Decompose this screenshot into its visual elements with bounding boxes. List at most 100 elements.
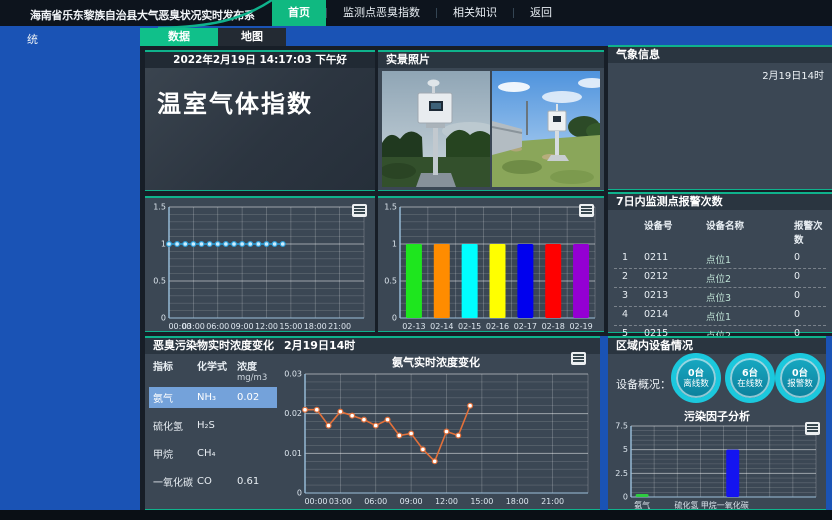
odor-row: 甲烷CH₄ <box>149 443 277 464</box>
main-nav: 首页监测点恶臭指数相关知识返回 <box>272 0 568 26</box>
svg-text:02-18: 02-18 <box>542 322 565 331</box>
nav-item-1[interactable]: 监测点恶臭指数 <box>327 0 436 26</box>
svg-text:00:00: 00:00 <box>304 497 327 506</box>
svg-text:03:00: 03:00 <box>182 322 205 331</box>
nav-item-2[interactable]: 相关知识 <box>437 0 513 26</box>
svg-text:1.5: 1.5 <box>153 203 166 212</box>
svg-text:15:00: 15:00 <box>470 497 493 506</box>
svg-text:03:00: 03:00 <box>329 497 352 506</box>
device-stat-circle-0: 0台离线数 <box>671 353 721 403</box>
svg-text:0.5: 0.5 <box>384 277 397 286</box>
weather-info-panel: 气象信息 2月19日14时 <box>608 45 832 190</box>
tab-0[interactable]: 数据 <box>140 28 218 46</box>
photos-panel-title: 实景照片 <box>386 52 430 68</box>
svg-text:0.5: 0.5 <box>153 277 166 286</box>
svg-text:0: 0 <box>297 489 302 498</box>
device-status-panel: 区域内设备情况 设备概况： 0台离线数6台在线数0台报警数 污染因子分析 02.… <box>608 336 826 510</box>
page-gap-strip <box>600 336 608 510</box>
pollutant-name: 硫化氢 <box>153 418 197 433</box>
svg-text:18:00: 18:00 <box>304 322 327 331</box>
odor-row: 一氧化碳CO0.61 <box>149 471 277 492</box>
greenhouse-index-chart: 00.511.500:0003:0006:0009:0012:0015:0018… <box>149 201 371 331</box>
svg-text:硫化氢: 硫化氢 <box>675 500 699 510</box>
device-id: 0211 <box>644 252 706 266</box>
svg-text:02-16: 02-16 <box>486 322 509 331</box>
nav-item-0[interactable]: 首页 <box>272 0 326 26</box>
odor-col-header-0: 指标 <box>153 358 197 373</box>
bottom-bar <box>0 510 832 520</box>
weather-panel-title: 气象信息 <box>616 47 660 63</box>
svg-text:06:00: 06:00 <box>364 497 387 506</box>
pollutant-name: 甲烷 <box>153 446 197 461</box>
table-row: 20212点位20 <box>614 269 826 288</box>
device-panel-title: 区域内设备情况 <box>616 338 693 354</box>
odor-panel-title: 恶臭污染物实时浓度变化 <box>153 338 274 354</box>
row-index: 1 <box>622 252 644 266</box>
svg-text:21:00: 21:00 <box>328 322 351 331</box>
stat-count: 0台 <box>792 368 808 379</box>
device-id: 0212 <box>644 271 706 285</box>
svg-text:0: 0 <box>392 314 397 323</box>
svg-text:0: 0 <box>623 493 628 502</box>
odor-panel-timestamp: 2月19日14时 <box>284 338 355 354</box>
stat-count: 0台 <box>688 368 704 379</box>
nav-item-3[interactable]: 返回 <box>514 0 568 26</box>
site-photo-1 <box>382 71 490 187</box>
alarm-count-panel: 7日内监测点报警次数 设备号设备名称报警次数10211点位1020212点位20… <box>608 192 832 333</box>
svg-text:0.01: 0.01 <box>284 449 302 458</box>
greenhouse-index-chart-panel: 00.511.500:0003:0006:0009:0012:0015:0018… <box>145 196 375 332</box>
chart-toolbox-icon[interactable] <box>805 422 820 435</box>
device-overview-label: 设备概况： <box>616 376 671 392</box>
odor-row: 氨气NH₃0.02 <box>149 387 277 408</box>
svg-text:02-14: 02-14 <box>430 322 453 331</box>
pollutant-name: 氨气 <box>153 390 197 405</box>
row-index: 3 <box>622 290 644 304</box>
svg-text:12:00: 12:00 <box>435 497 458 506</box>
chemical-formula: CH₄ <box>197 448 237 459</box>
alarm-week-chart-panel: 00.511.502-1302-1402-1502-1602-1702-1802… <box>378 196 604 332</box>
concentration-value: 0.61 <box>237 476 277 487</box>
odor-col-header-1: 化学式 <box>197 358 237 373</box>
pollutant-name: 一氧化碳 <box>153 474 197 489</box>
greenhouse-display-panel: 2022年2月19日 14:17:03 下午好 温室气体指数 <box>145 50 375 191</box>
site-photo-2 <box>492 71 600 187</box>
chart-toolbox-icon[interactable] <box>352 204 367 217</box>
app-title-wrap: 统 <box>27 31 38 47</box>
device-id: 0213 <box>644 290 706 304</box>
device-stat-circle-2: 0台报警数 <box>775 353 825 403</box>
svg-text:一氧化碳: 一氧化碳 <box>717 500 749 510</box>
table-row: 30213点位30 <box>614 288 826 307</box>
svg-text:02-13: 02-13 <box>402 322 425 331</box>
svg-text:1: 1 <box>392 240 397 249</box>
svg-text:氨气: 氨气 <box>634 500 650 510</box>
odor-concentration-panel: 恶臭污染物实时浓度变化 2月19日14时 指标化学式浓度mg/m3氨气NH₃0.… <box>145 336 600 510</box>
alarm-col-header-2: 报警次数 <box>794 218 826 246</box>
stat-label: 报警数 <box>787 379 813 389</box>
svg-text:15:00: 15:00 <box>279 322 302 331</box>
table-row: 40214点位10 <box>614 307 826 326</box>
chemical-formula: CO <box>197 476 237 487</box>
alarm-week-chart: 00.511.502-1302-1402-1502-1602-1702-1802… <box>380 201 602 331</box>
device-id: 0214 <box>644 309 706 323</box>
alarm-col-header-1: 设备名称 <box>706 218 794 246</box>
svg-text:02-19: 02-19 <box>569 322 592 331</box>
svg-text:0.03: 0.03 <box>284 370 302 379</box>
alarm-col-index <box>622 218 644 246</box>
svg-text:2.5: 2.5 <box>615 469 628 478</box>
chart-toolbox-icon[interactable] <box>579 204 594 217</box>
alarm-count: 0 <box>794 309 826 323</box>
odor-col-header-2: 浓度 <box>237 358 277 373</box>
stat-label: 离线数 <box>683 379 709 389</box>
svg-text:06:00: 06:00 <box>206 322 229 331</box>
svg-text:7.5: 7.5 <box>615 422 628 431</box>
tab-1[interactable]: 地图 <box>218 28 286 46</box>
svg-text:18:00: 18:00 <box>506 497 529 506</box>
alarm-count: 0 <box>794 252 826 266</box>
svg-text:0.02: 0.02 <box>284 409 302 418</box>
pollution-factor-chart: 02.557.5氨气硫化氢甲烷一氧化碳 <box>611 420 823 510</box>
svg-text:09:00: 09:00 <box>400 497 423 506</box>
chart-toolbox-icon[interactable] <box>571 352 586 365</box>
device-name: 点位1 <box>706 252 794 266</box>
svg-text:09:00: 09:00 <box>231 322 254 331</box>
svg-text:1: 1 <box>161 240 166 249</box>
